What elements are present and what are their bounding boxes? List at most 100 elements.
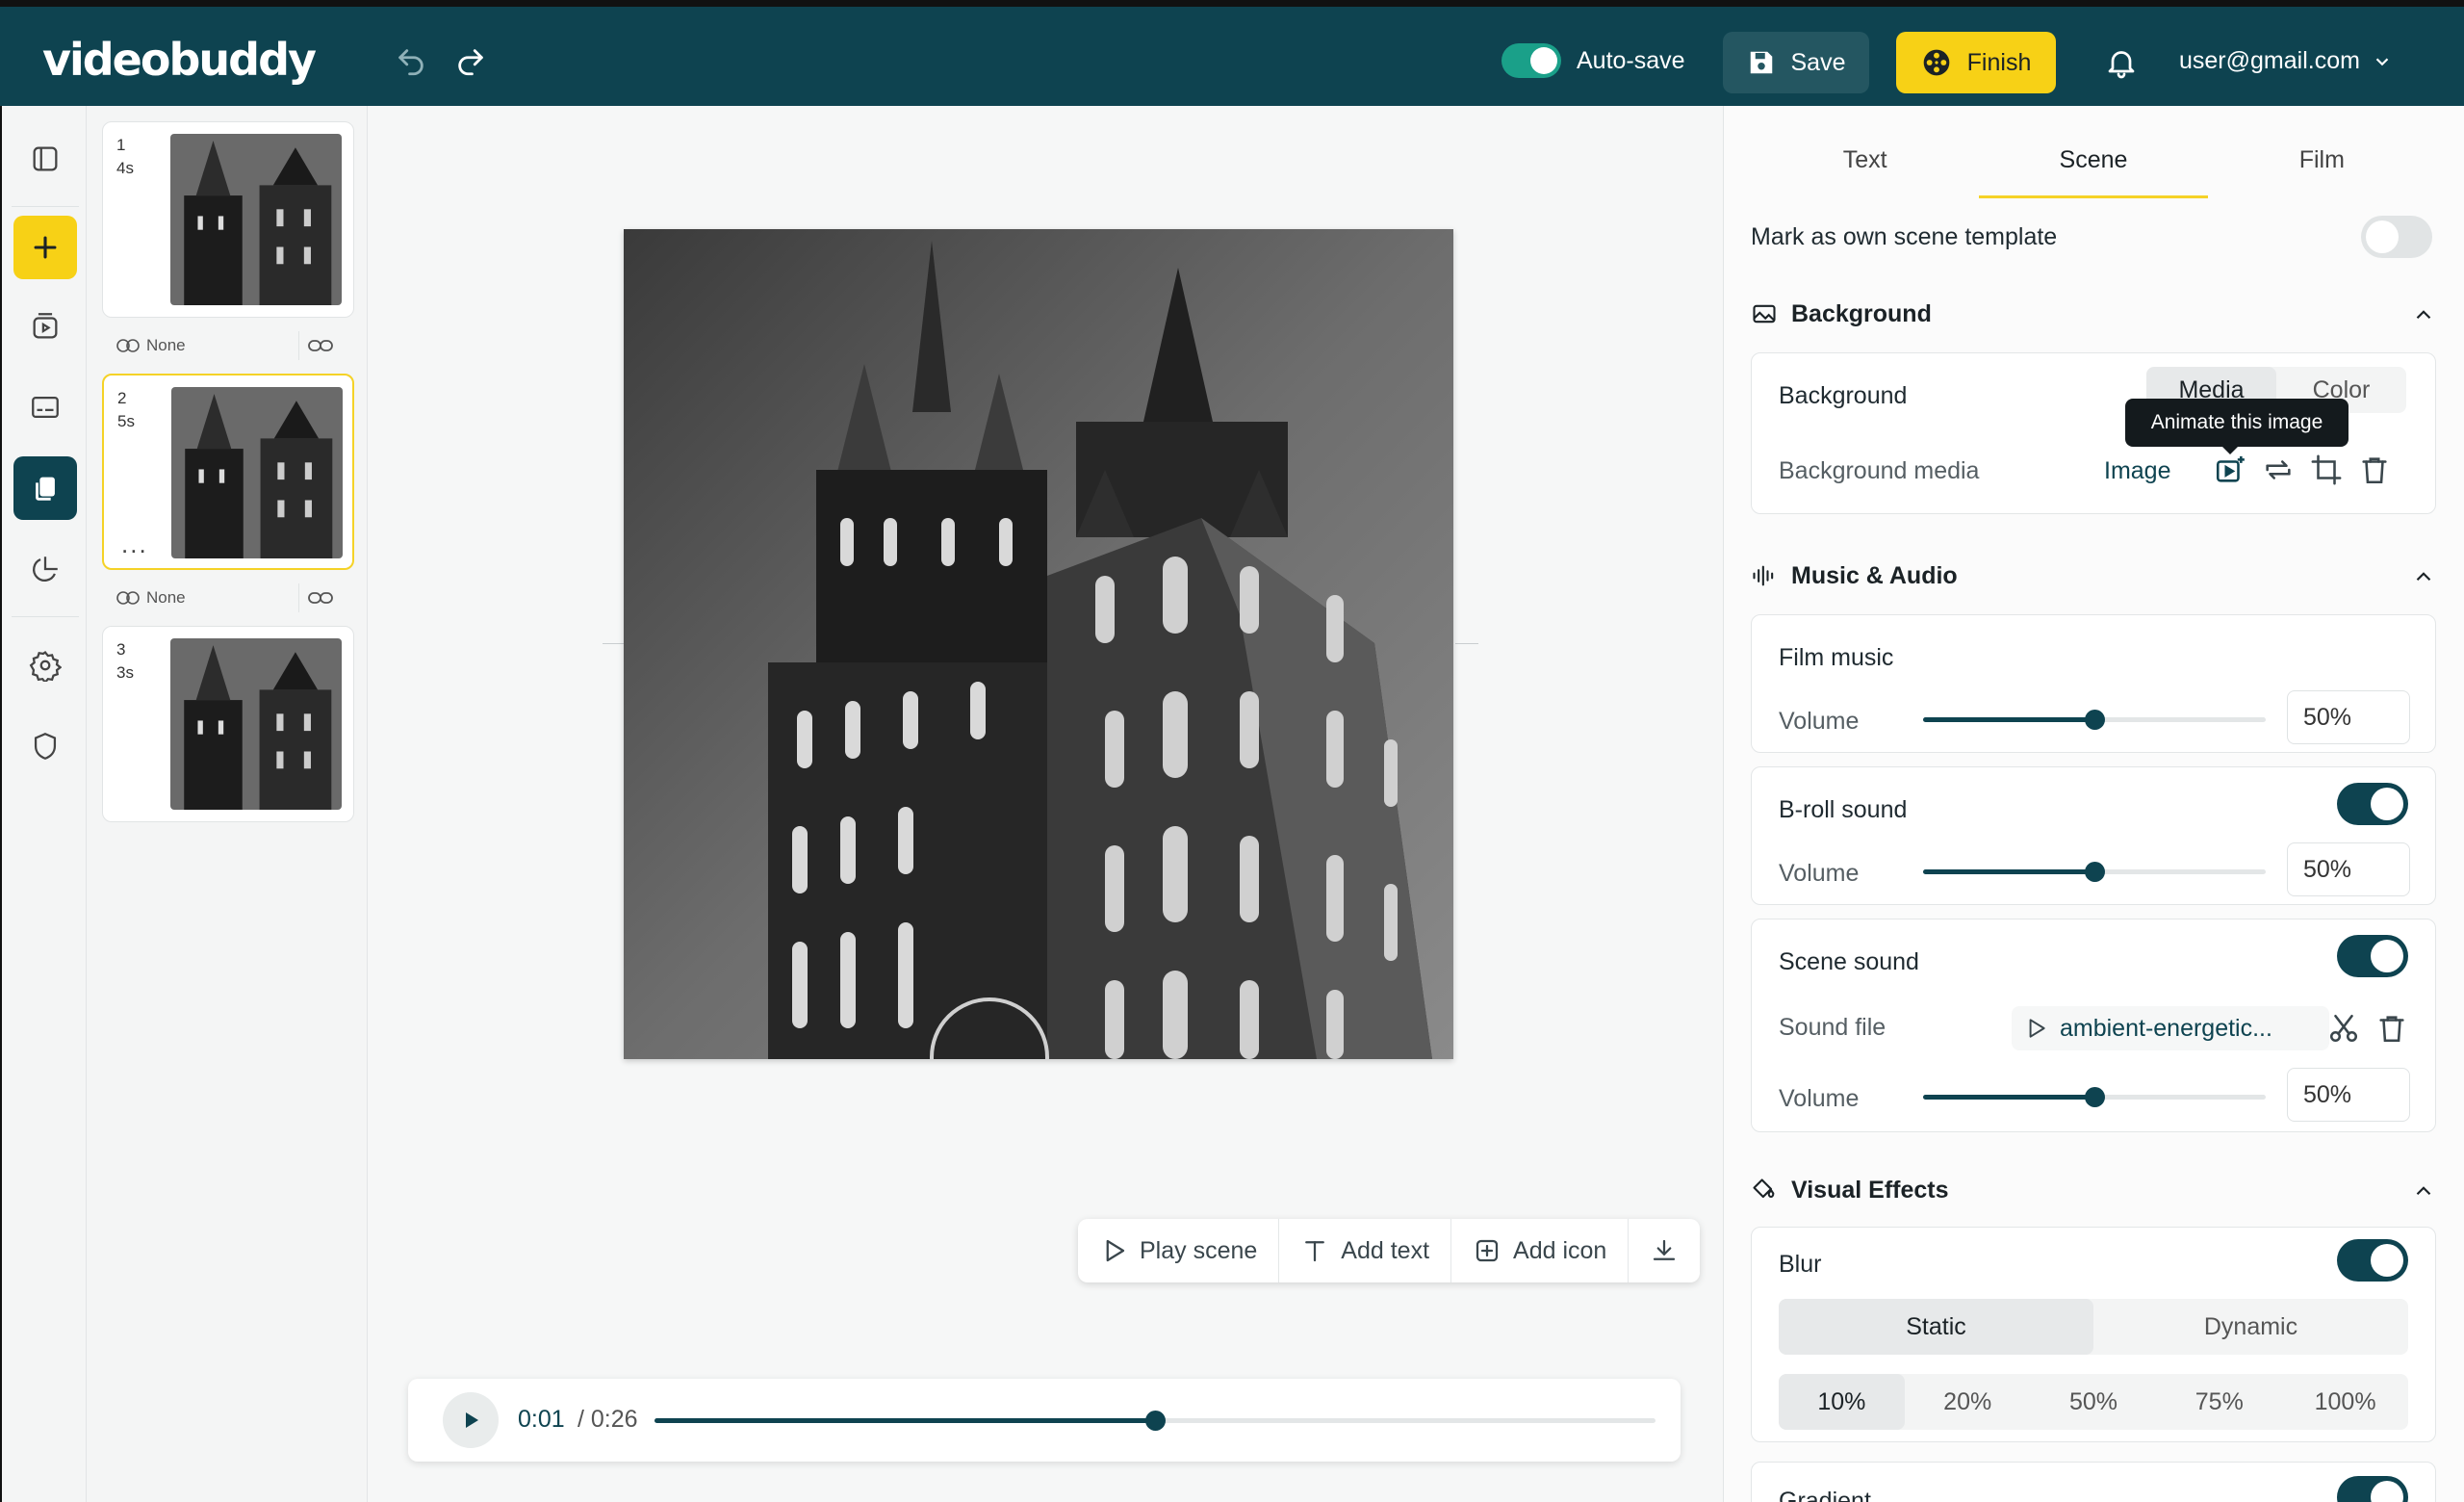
tab-scene[interactable]: Scene <box>1979 129 2208 198</box>
blur-level-50[interactable]: 50% <box>2031 1374 2157 1430</box>
play-icon <box>466 1412 478 1428</box>
scene-sound-label: Scene sound <box>1779 948 1919 975</box>
music-section-title: Music & Audio <box>1791 561 1958 589</box>
scene-more-button[interactable]: ... <box>121 530 148 559</box>
scene-preview-canvas[interactable] <box>624 229 1453 1059</box>
redo-icon[interactable] <box>454 45 487 78</box>
scene-transition-2[interactable]: None <box>116 583 341 612</box>
blur-level-75[interactable]: 75% <box>2156 1374 2282 1430</box>
scissors-icon <box>2329 1014 2358 1043</box>
scene-card-2[interactable]: 2 5s ... <box>102 374 354 570</box>
background-section-header[interactable]: Background <box>1751 295 2436 333</box>
transition-value: None <box>146 588 186 607</box>
undo-icon[interactable] <box>395 45 427 78</box>
delete-sound-button[interactable] <box>2374 1010 2410 1047</box>
animate-image-button[interactable] <box>2212 452 2248 488</box>
animate-image-tooltip: Animate this image <box>2125 399 2348 454</box>
settings-button[interactable] <box>13 634 77 697</box>
transition-label: None <box>116 336 186 355</box>
add-text-label: Add text <box>1341 1236 1430 1264</box>
church-thumbnail-image <box>170 134 342 305</box>
scenes-button[interactable] <box>13 456 77 520</box>
delete-image-button[interactable] <box>2356 452 2393 488</box>
scene-card-1[interactable]: 1 4s <box>102 121 354 318</box>
scene-list: 1 4s None 2 5s ... None 3 3s <box>87 106 368 1502</box>
properties-panel: Text Scene Film Mark as own scene templa… <box>1723 106 2464 1502</box>
scene-thumbnail <box>170 638 342 810</box>
background-media-type-link[interactable]: Image <box>2104 457 2170 485</box>
finish-button[interactable]: Finish <box>1896 32 2056 93</box>
broll-sound-toggle[interactable] <box>2337 783 2408 825</box>
slider-handle[interactable] <box>2085 710 2105 730</box>
brand-shield-button[interactable] <box>13 714 77 778</box>
crop-image-button[interactable] <box>2308 452 2345 488</box>
scene-transition-1[interactable]: None <box>116 331 341 360</box>
sound-file-chip[interactable]: ambient-energetic... <box>2012 1006 2329 1050</box>
add-text-button[interactable]: Add text <box>1279 1219 1452 1282</box>
toggle-sidebar-button[interactable] <box>13 127 77 191</box>
scene-sound-volume-slider[interactable] <box>1923 1087 2266 1107</box>
broll-volume-input[interactable]: 50% <box>2287 842 2410 896</box>
scene-sound-volume-input[interactable]: 50% <box>2287 1068 2410 1122</box>
film-music-volume-slider[interactable] <box>1923 710 2266 730</box>
trash-icon <box>2362 457 2387 484</box>
gradient-toggle[interactable] <box>2337 1476 2408 1502</box>
video-library-icon <box>33 313 58 339</box>
add-icon-label: Add icon <box>1513 1236 1607 1264</box>
subtitles-button[interactable] <box>13 376 77 439</box>
transition-icon <box>116 339 140 352</box>
save-button[interactable]: Save <box>1723 32 1869 93</box>
trim-sound-button[interactable] <box>2325 1010 2362 1047</box>
blur-mode-dynamic[interactable]: Dynamic <box>2093 1299 2408 1355</box>
blur-level-selector: 10% 20% 50% 75% 100% <box>1779 1374 2408 1430</box>
replace-image-button[interactable] <box>2260 452 2297 488</box>
volume-label: Volume <box>1779 1085 1860 1112</box>
film-reel-icon <box>1923 49 1949 76</box>
blur-toggle[interactable] <box>2337 1239 2408 1282</box>
slider-handle[interactable] <box>2085 1087 2105 1107</box>
blur-mode-static[interactable]: Static <box>1779 1299 2093 1355</box>
trash-icon <box>2379 1016 2404 1043</box>
link-scene-button[interactable] <box>298 583 341 612</box>
media-library-button[interactable] <box>13 295 77 358</box>
scene-card-3[interactable]: 3 3s <box>102 626 354 822</box>
copy-pages-icon <box>36 477 55 501</box>
paint-bucket-icon <box>1753 1178 1775 1199</box>
left-rail <box>0 106 87 1502</box>
scene-duration: 4s <box>116 159 134 177</box>
broll-volume-slider[interactable] <box>1923 862 2266 882</box>
volume-label: Volume <box>1779 860 1860 887</box>
effects-section-header[interactable]: Visual Effects <box>1751 1171 2436 1209</box>
download-icon <box>1654 1239 1676 1260</box>
mark-template-toggle[interactable] <box>2361 216 2432 258</box>
blur-level-20[interactable]: 20% <box>1905 1374 2031 1430</box>
autosave-toggle[interactable] <box>1502 43 1561 78</box>
user-menu[interactable]: user@gmail.com <box>2179 47 2393 75</box>
scene-thumbnail <box>170 134 342 305</box>
music-section-header[interactable]: Music & Audio <box>1751 557 2436 595</box>
app-logo[interactable]: videobuddy <box>42 34 317 86</box>
blur-level-100[interactable]: 100% <box>2282 1374 2408 1430</box>
transition-label: None <box>116 588 186 608</box>
add-icon-button[interactable]: Add icon <box>1451 1219 1630 1282</box>
slider-handle[interactable] <box>2085 862 2105 882</box>
slider-fill <box>1923 869 2094 874</box>
timeline-handle[interactable] <box>1145 1411 1166 1431</box>
add-scene-button[interactable] <box>13 216 77 279</box>
play-scene-button[interactable]: Play scene <box>1078 1219 1280 1282</box>
play-button[interactable] <box>443 1392 499 1448</box>
notifications-bell-icon[interactable] <box>2104 45 2139 80</box>
link-scene-button[interactable] <box>298 331 341 360</box>
link-icon <box>307 340 333 351</box>
download-button[interactable] <box>1629 1219 1700 1282</box>
tab-film[interactable]: Film <box>2208 129 2436 198</box>
tab-text[interactable]: Text <box>1751 129 1979 198</box>
scene-sound-toggle[interactable] <box>2337 935 2408 977</box>
blur-level-10[interactable]: 10% <box>1779 1374 1905 1430</box>
broll-sound-card: B-roll sound Volume 50% <box>1751 766 2436 905</box>
analytics-button[interactable] <box>13 537 77 601</box>
film-music-volume-input[interactable]: 50% <box>2287 690 2410 744</box>
timeline-scrubber[interactable] <box>654 1411 1656 1431</box>
church-thumbnail-image <box>170 638 342 810</box>
background-row-label: Background <box>1779 382 1908 409</box>
